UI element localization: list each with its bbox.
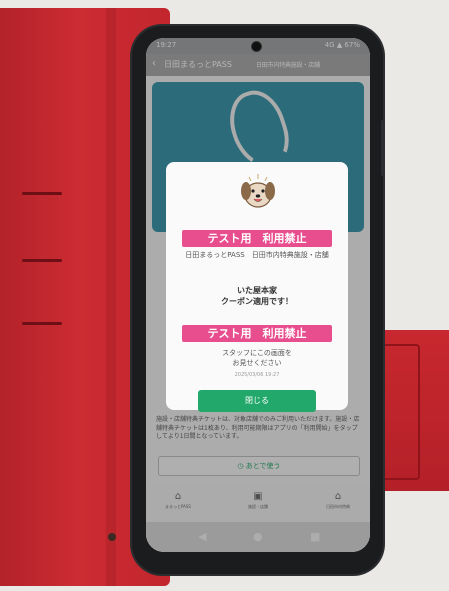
case-rivet xyxy=(108,533,116,541)
side-button xyxy=(381,120,385,176)
store-name-line: 日田まるっとPASS 日田市内特典施設・店舗 xyxy=(185,251,329,259)
case-spine xyxy=(106,8,116,586)
close-button[interactable]: 閉じる xyxy=(198,390,316,412)
staff-instruction-line: スタッフにこの画面を xyxy=(222,349,292,357)
case-card-slot xyxy=(22,259,62,262)
shop-name: いた屋本家 xyxy=(237,286,277,295)
coupon-dialog: テスト用 利用禁止 日田まるっとPASS 日田市内特典施設・店舗 いた屋本家 ク… xyxy=(166,162,348,412)
case-card-slot xyxy=(22,192,62,195)
test-warning-banner-bottom: テスト用 利用禁止 xyxy=(182,325,332,342)
test-warning-banner: テスト用 利用禁止 xyxy=(182,230,332,247)
staff-instruction-line: お見せください xyxy=(232,359,282,367)
staff-instruction: スタッフにこの画面を お見せください xyxy=(172,348,342,368)
photo-scene: 19:27 4G ▲ 67% ‹ 日田まるっとPASS 日田市内特典施設・店舗 … xyxy=(0,0,449,591)
timestamp: 2025/03/06 19:27 xyxy=(234,372,280,378)
front-camera xyxy=(251,41,262,52)
dog-mascot-icon xyxy=(241,174,275,208)
phone-screen: 19:27 4G ▲ 67% ‹ 日田まるっとPASS 日田市内特典施設・店舗 … xyxy=(146,38,370,552)
coupon-applied-text: クーポン適用です！ xyxy=(221,297,293,306)
case-card-slot xyxy=(22,322,62,325)
